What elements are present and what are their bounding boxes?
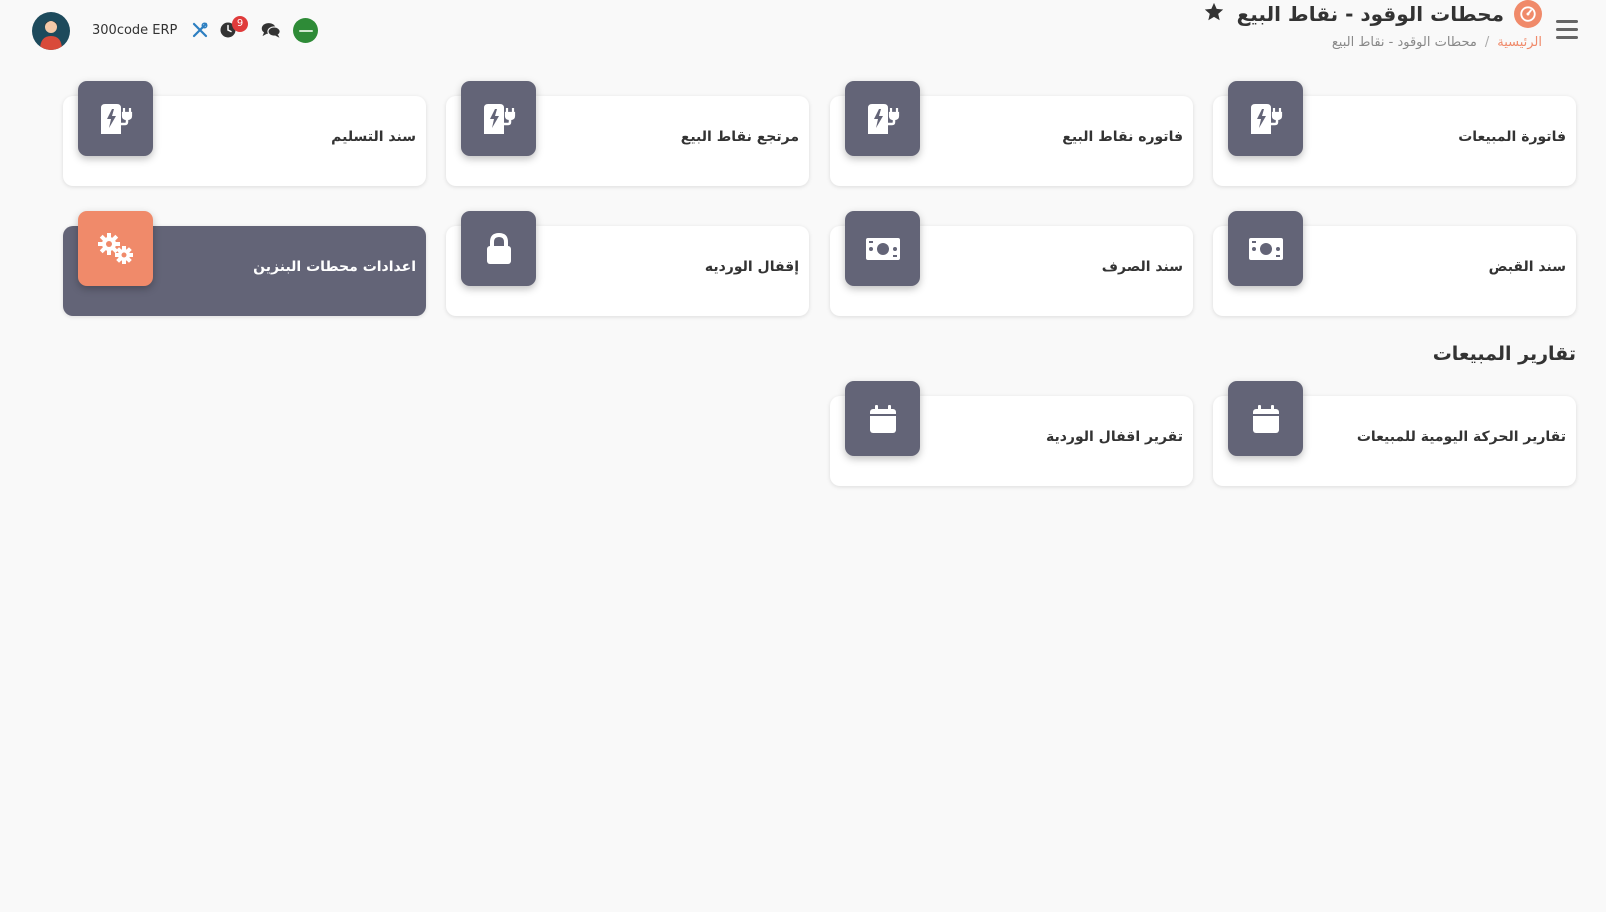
module-card-4[interactable]: سند التسليم [63,81,426,186]
fuel-pump-icon [78,81,153,156]
chat-icon[interactable] [261,21,281,39]
module-card-label: تقارير الحركة اليومية للمبيعات [1356,429,1566,445]
star-icon[interactable] [1203,1,1225,23]
calendar-icon [845,381,920,456]
module-card-report-1[interactable]: تقارير الحركة اليومية للمبيعات [1213,381,1576,486]
app-name: 300code ERP [92,23,178,38]
module-card-8[interactable]: اعدادات محطات البنزين [63,211,426,316]
dashboard-icon [1514,0,1542,28]
menu-toggle-icon[interactable] [1556,20,1578,40]
money-bill-icon [1228,211,1303,286]
module-card-label: تقرير اقفال الوردية [1045,429,1183,445]
breadcrumb-current: محطات الوقود - نقاط البيع [1331,35,1477,50]
fuel-pump-icon [1228,81,1303,156]
module-card-6[interactable]: سند الصرف [830,211,1193,316]
gears-icon [78,211,153,286]
module-card-7[interactable]: إقفال الورديه [446,211,809,316]
avatar[interactable] [32,12,70,50]
module-card-label: إقفال الورديه [704,259,799,275]
language-flag-icon[interactable] [293,18,318,43]
module-card-label: فاتوره نقاط البيع [1062,129,1183,145]
fuel-pump-icon [845,81,920,156]
module-card-label: سند التسليم [331,129,416,145]
module-card-report-2[interactable]: تقرير اقفال الوردية [830,381,1193,486]
lock-icon [461,211,536,286]
module-card-label: فاتورة المبيعات [1458,129,1566,145]
module-card-2[interactable]: فاتوره نقاط البيع [830,81,1193,186]
reports-section-title: تقارير المبيعات [1432,343,1576,365]
fuel-pump-icon [461,81,536,156]
money-bill-icon [845,211,920,286]
breadcrumb-separator: / [1484,35,1490,50]
module-card-5[interactable]: سند القبض [1213,211,1576,316]
breadcrumb-home[interactable]: الرئيسية [1497,35,1542,50]
module-card-label: سند القبض [1488,259,1566,275]
module-card-1[interactable]: فاتورة المبيعات [1213,81,1576,186]
breadcrumb: الرئيسية / محطات الوقود - نقاط البيع [1332,35,1542,50]
tools-icon[interactable] [191,21,209,39]
module-card-3[interactable]: مرتجع نقاط البيع [446,81,809,186]
page-title: محطات الوقود - نقاط البيع [1236,2,1504,26]
notification-badge: 9 [232,16,248,32]
module-card-label: مرتجع نقاط البيع [680,129,799,145]
module-card-label: اعدادات محطات البنزين [253,259,416,275]
calendar-icon [1228,381,1303,456]
module-card-label: سند الصرف [1101,259,1183,275]
